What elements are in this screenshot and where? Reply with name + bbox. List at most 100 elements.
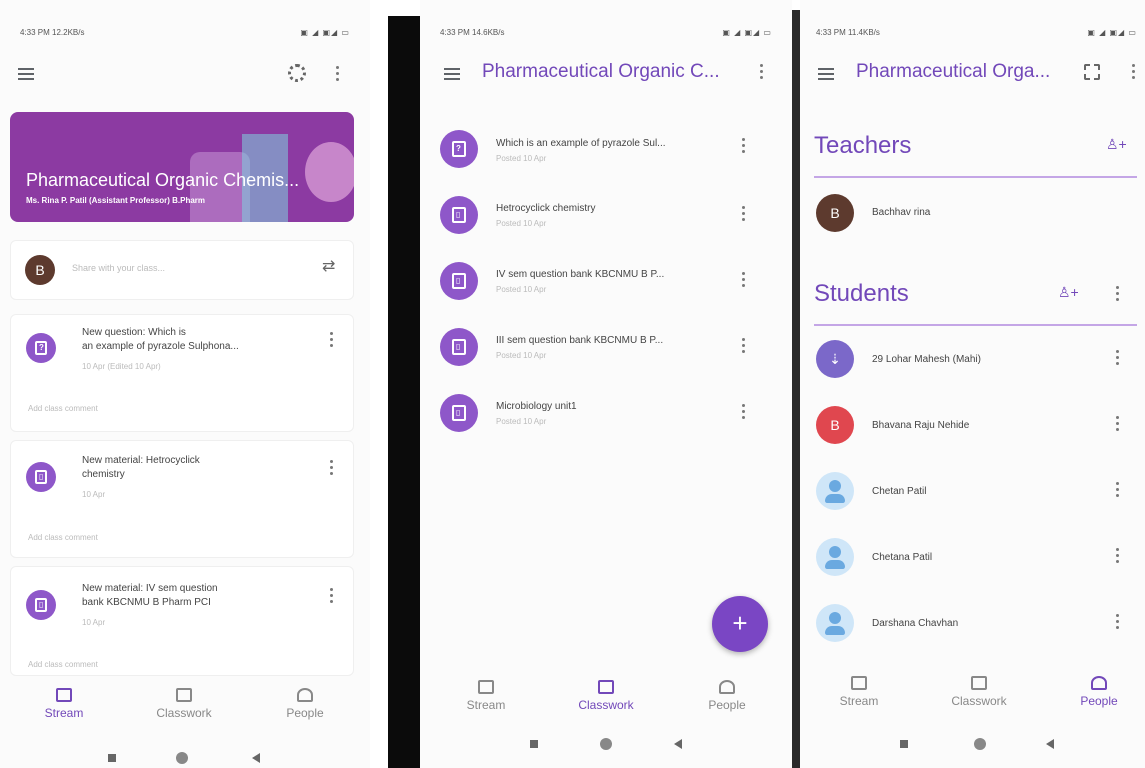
divider: [814, 176, 1137, 178]
item-more-icon[interactable]: [742, 338, 746, 354]
banner-decoration: [305, 142, 354, 202]
home-icon[interactable]: [176, 752, 188, 764]
back-icon[interactable]: [674, 739, 682, 749]
menu-icon[interactable]: [444, 68, 460, 80]
stream-icon: [851, 676, 867, 690]
item-more-icon[interactable]: [742, 138, 746, 154]
status-time: 4:33 PM 12.2KB/s: [20, 28, 85, 37]
settings-icon[interactable]: [288, 64, 306, 82]
separator: [792, 10, 800, 768]
material-icon: ▯: [440, 328, 478, 366]
post-more-icon[interactable]: [330, 588, 334, 604]
system-nav: [420, 738, 792, 758]
back-icon[interactable]: [1046, 739, 1054, 749]
item-title: III sem question bank KBCNMU B P...: [496, 335, 664, 346]
student-more-icon[interactable]: [1116, 614, 1120, 630]
item-more-icon[interactable]: [742, 206, 746, 222]
add-comment[interactable]: Add class comment: [28, 404, 98, 413]
item-title: Microbiology unit1: [496, 401, 577, 412]
post-title: New question: Which is an example of pyr…: [82, 327, 239, 352]
post-more-icon[interactable]: [330, 460, 334, 476]
stream-icon: [56, 688, 72, 702]
person-name: 29 Lohar Mahesh (Mahi): [872, 354, 981, 365]
status-icons: ▣ ◢ ▣◢ ▭: [722, 28, 772, 37]
stream-icon: [478, 680, 494, 694]
item-more-icon[interactable]: [742, 404, 746, 420]
person-name: Chetan Patil: [872, 486, 927, 497]
student-more-icon[interactable]: [1116, 482, 1120, 498]
student-more-icon[interactable]: [1116, 350, 1120, 366]
share-input[interactable]: Share with your class...: [72, 263, 165, 273]
people-icon: [1091, 676, 1107, 690]
teachers-heading: Teachers: [814, 132, 912, 159]
grid-icon[interactable]: [1084, 64, 1100, 80]
students-more-icon[interactable]: [1116, 286, 1120, 302]
avatar: B: [25, 255, 55, 285]
item-date: Posted 10 Apr: [496, 154, 547, 163]
status-time: 4:33 PM 14.6KB/s: [440, 28, 505, 37]
student-more-icon[interactable]: [1116, 416, 1120, 432]
system-nav: [0, 752, 370, 768]
add-teacher-icon[interactable]: ♙+: [1106, 136, 1127, 153]
tab-stream[interactable]: Stream: [832, 676, 886, 708]
home-icon[interactable]: [600, 738, 612, 750]
post-title: New material: IV sem question bank KBCNM…: [82, 583, 218, 608]
divider: [814, 324, 1137, 326]
tab-people-label: People: [286, 706, 324, 720]
recents-icon[interactable]: [108, 754, 116, 762]
item-date: Posted 10 Apr: [496, 351, 547, 360]
add-student-icon[interactable]: ♙+: [1058, 284, 1079, 301]
people-icon: [719, 680, 735, 694]
add-comment[interactable]: Add class comment: [28, 660, 98, 669]
student-more-icon[interactable]: [1116, 548, 1120, 564]
question-icon: ?: [440, 130, 478, 168]
material-icon: ▯: [440, 262, 478, 300]
classwork-screen: 4:33 PM 14.6KB/s ▣ ◢ ▣◢ ▭ Pharmaceutical…: [420, 0, 792, 768]
item-more-icon[interactable]: [742, 272, 746, 288]
add-comment[interactable]: Add class comment: [28, 533, 98, 542]
tab-stream-label: Stream: [44, 706, 84, 720]
status-bar: 4:33 PM 14.6KB/s ▣ ◢ ▣◢ ▭: [440, 28, 772, 42]
person-name: Darshana Chavhan: [872, 618, 959, 629]
avatar: ⇣: [816, 340, 854, 378]
material-icon: ▯: [26, 462, 56, 492]
class-subtitle: Ms. Rina P. Patil (Assistant Professor) …: [26, 196, 206, 205]
material-icon: ▯: [440, 394, 478, 432]
page-title: Pharmaceutical Organic C...: [482, 61, 720, 82]
tab-classwork-label: Classwork: [578, 698, 634, 712]
create-fab-button[interactable]: +: [712, 596, 768, 652]
students-heading: Students: [814, 280, 909, 307]
status-icons: ▣ ◢ ▣◢ ▭: [300, 28, 350, 37]
separator: [388, 16, 420, 768]
menu-icon[interactable]: [18, 68, 34, 80]
tab-classwork[interactable]: Classwork: [148, 688, 220, 720]
question-icon: ?: [26, 333, 56, 363]
repost-icon[interactable]: ⇄: [322, 256, 335, 276]
back-icon[interactable]: [252, 753, 260, 763]
tab-people-label: People: [1080, 694, 1118, 708]
class-banner[interactable]: Pharmaceutical Organic Chemis... Ms. Rin…: [10, 112, 354, 222]
classwork-icon: [598, 680, 614, 694]
home-icon[interactable]: [974, 738, 986, 750]
more-options-icon[interactable]: [336, 66, 340, 82]
default-avatar-icon: [816, 538, 854, 576]
tab-classwork-label: Classwork: [951, 694, 1007, 708]
bottom-nav: Stream Classwork People: [420, 680, 792, 730]
recents-icon[interactable]: [530, 740, 538, 748]
classwork-icon: [971, 676, 987, 690]
share-card[interactable]: B: [10, 240, 354, 300]
tab-classwork[interactable]: Classwork: [570, 680, 642, 712]
more-options-icon[interactable]: [1132, 64, 1136, 80]
menu-icon[interactable]: [818, 68, 834, 80]
tab-people[interactable]: People: [1070, 676, 1128, 708]
more-options-icon[interactable]: [760, 64, 764, 80]
status-time: 4:33 PM 11.4KB/s: [816, 28, 880, 37]
recents-icon[interactable]: [900, 740, 908, 748]
tab-classwork[interactable]: Classwork: [942, 676, 1016, 708]
system-nav: [800, 738, 1145, 758]
tab-stream[interactable]: Stream: [38, 688, 90, 720]
tab-people[interactable]: People: [278, 688, 332, 720]
tab-stream[interactable]: Stream: [460, 680, 512, 712]
tab-people[interactable]: People: [700, 680, 754, 712]
post-more-icon[interactable]: [330, 332, 334, 348]
